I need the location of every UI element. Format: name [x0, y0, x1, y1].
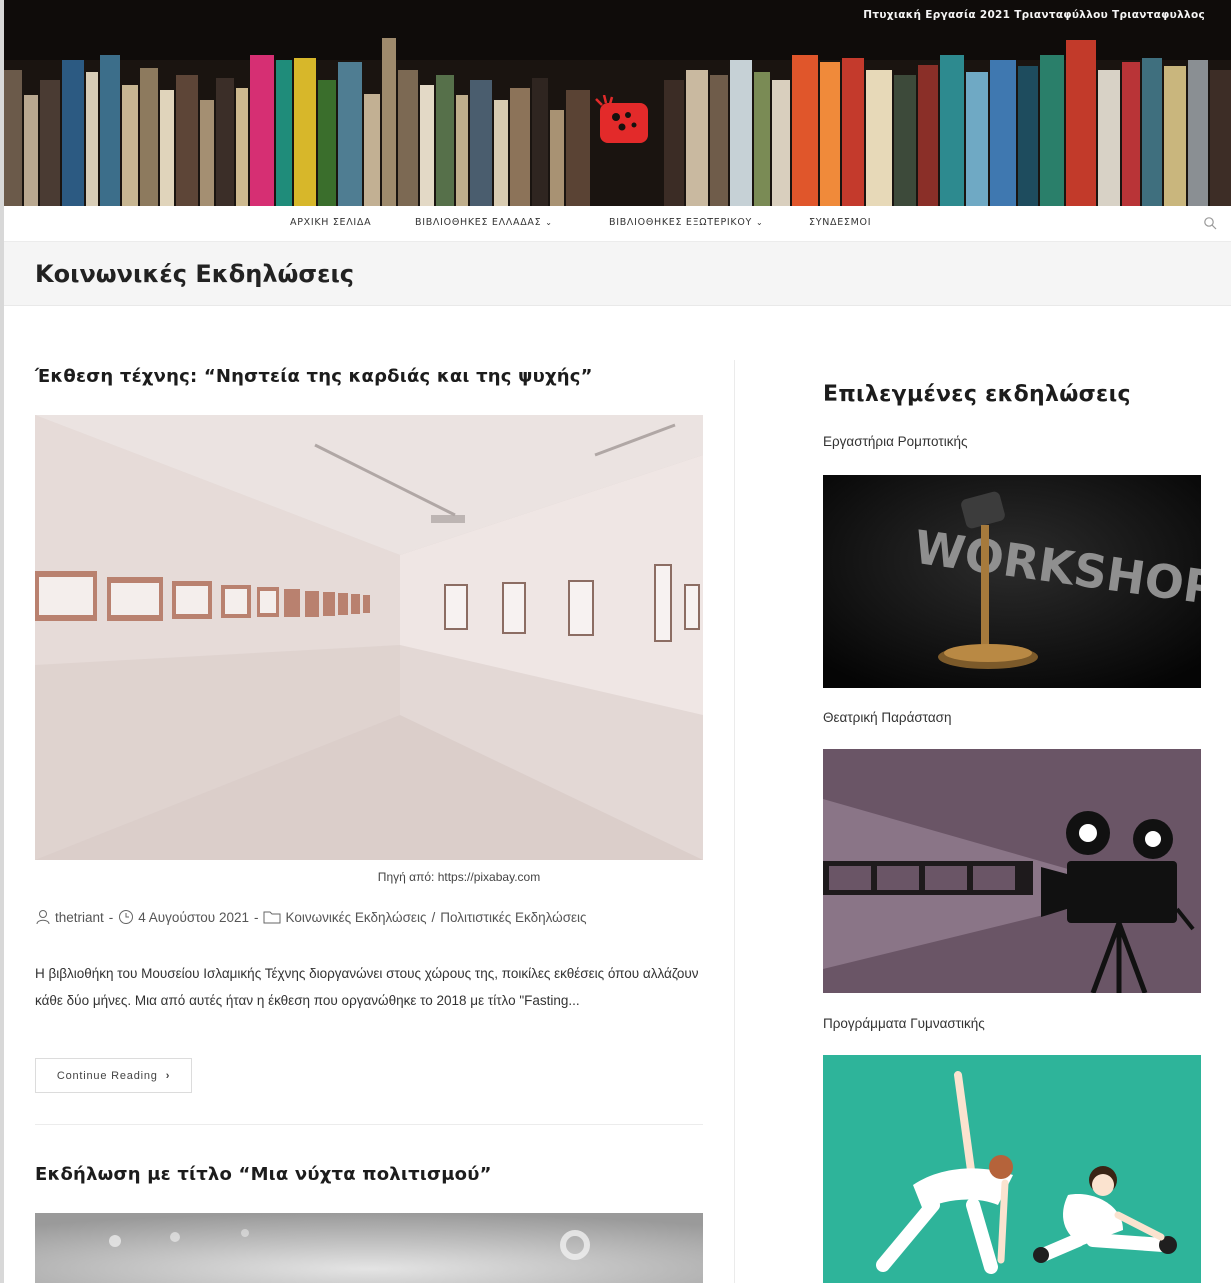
sidebar-widget-title: Επιλεγμένες εκδηλώσεις: [823, 382, 1131, 407]
site-logo-icon[interactable]: [594, 95, 654, 145]
folder-icon: [263, 911, 281, 924]
sidebar-image-robotics[interactable]: WORKSHOP: [823, 475, 1201, 688]
post-featured-image[interactable]: [35, 1213, 703, 1283]
category-link[interactable]: Κοινωνικές Εκδηλώσεις: [285, 910, 426, 925]
workshop-image: WORKSHOP: [823, 475, 1201, 688]
search-icon[interactable]: [1203, 216, 1217, 230]
post-author-link[interactable]: thetriant: [55, 910, 104, 925]
post-title[interactable]: Έκθεση τέχνης: “Νηστεία της καρδιάς και …: [35, 366, 593, 387]
site-caption: Πτυχιακή Εργασία 2021 Τριανταφύλλου Τρια…: [863, 9, 1205, 21]
page-header: Κοινωνικές Εκδηλώσεις: [4, 242, 1231, 306]
nav-item-links[interactable]: ΣΥΝΔΕΣΜΟΙ: [809, 217, 871, 228]
meta-separator: -: [253, 909, 259, 925]
user-icon: [36, 910, 50, 925]
post-title[interactable]: Εκδήλωση με τίτλο “Μια νύχτα πολιτισμού”: [35, 1164, 492, 1185]
continue-reading-button[interactable]: Continue Reading ›: [35, 1058, 192, 1093]
image-caption: Πηγή από: https://pixabay.com: [377, 870, 541, 884]
continue-reading-label: Continue Reading: [56, 1069, 158, 1082]
post-featured-image[interactable]: [35, 415, 703, 860]
header-banner: Πτυχιακή Εργασία 2021 Τριανταφύλλου Τρια…: [4, 0, 1231, 206]
sidebar-divider: [734, 360, 735, 1283]
nav-item-foreign-libraries[interactable]: ΒΙΒΛΙΟΘΗΚΕΣ ΕΞΩΤΕΡΙΚΟΥ ⌄: [609, 217, 763, 228]
sidebar-image-theater[interactable]: [823, 749, 1201, 993]
letters-image: [35, 1213, 703, 1283]
main-navigation: ΑΡΧΙΚΗ ΣΕΛΙΔΑ ΒΙΒΛΙΟΘΗΚΕΣ ΕΛΛΑΔΑΣ ⌄ ΒΙΒΛΙ…: [4, 206, 1231, 242]
category-link[interactable]: Πολιτιστικές Εκδηλώσεις: [440, 910, 586, 925]
exercise-image: [823, 1055, 1201, 1283]
meta-separator: -: [108, 909, 114, 925]
nav-item-greek-libraries[interactable]: ΒΙΒΛΙΟΘΗΚΕΣ ΕΛΛΑΔΑΣ ⌄: [415, 217, 553, 228]
sidebar-item-theater[interactable]: Θεατρική Παράσταση: [823, 710, 952, 725]
post-date: 4 Αυγούστου 2021: [138, 909, 249, 925]
sidebar-image-fitness[interactable]: [823, 1055, 1201, 1283]
clock-icon: [119, 910, 134, 924]
projector-image: [823, 749, 1201, 993]
chevron-down-icon: ⌄: [756, 218, 764, 227]
post-divider: [35, 1124, 703, 1125]
sidebar-item-robotics[interactable]: Εργαστήρια Ρομποτικής: [823, 434, 967, 449]
category-separator: /: [431, 909, 436, 925]
chevron-right-icon: ›: [165, 1069, 171, 1082]
gallery-image: [35, 415, 703, 860]
chevron-down-icon: ⌄: [545, 218, 553, 227]
sidebar-item-fitness[interactable]: Προγράμματα Γυμναστικής: [823, 1016, 985, 1031]
post-meta: thetriant - 4 Αυγούστου 2021 - Κοινωνικέ…: [35, 909, 587, 925]
post-excerpt: Η βιβλιοθήκη του Μουσείου Ισλαμικής Τέχν…: [35, 966, 699, 1008]
page-title: Κοινωνικές Εκδηλώσεις: [35, 260, 355, 288]
nav-item-home[interactable]: ΑΡΧΙΚΗ ΣΕΛΙΔΑ: [290, 217, 371, 228]
